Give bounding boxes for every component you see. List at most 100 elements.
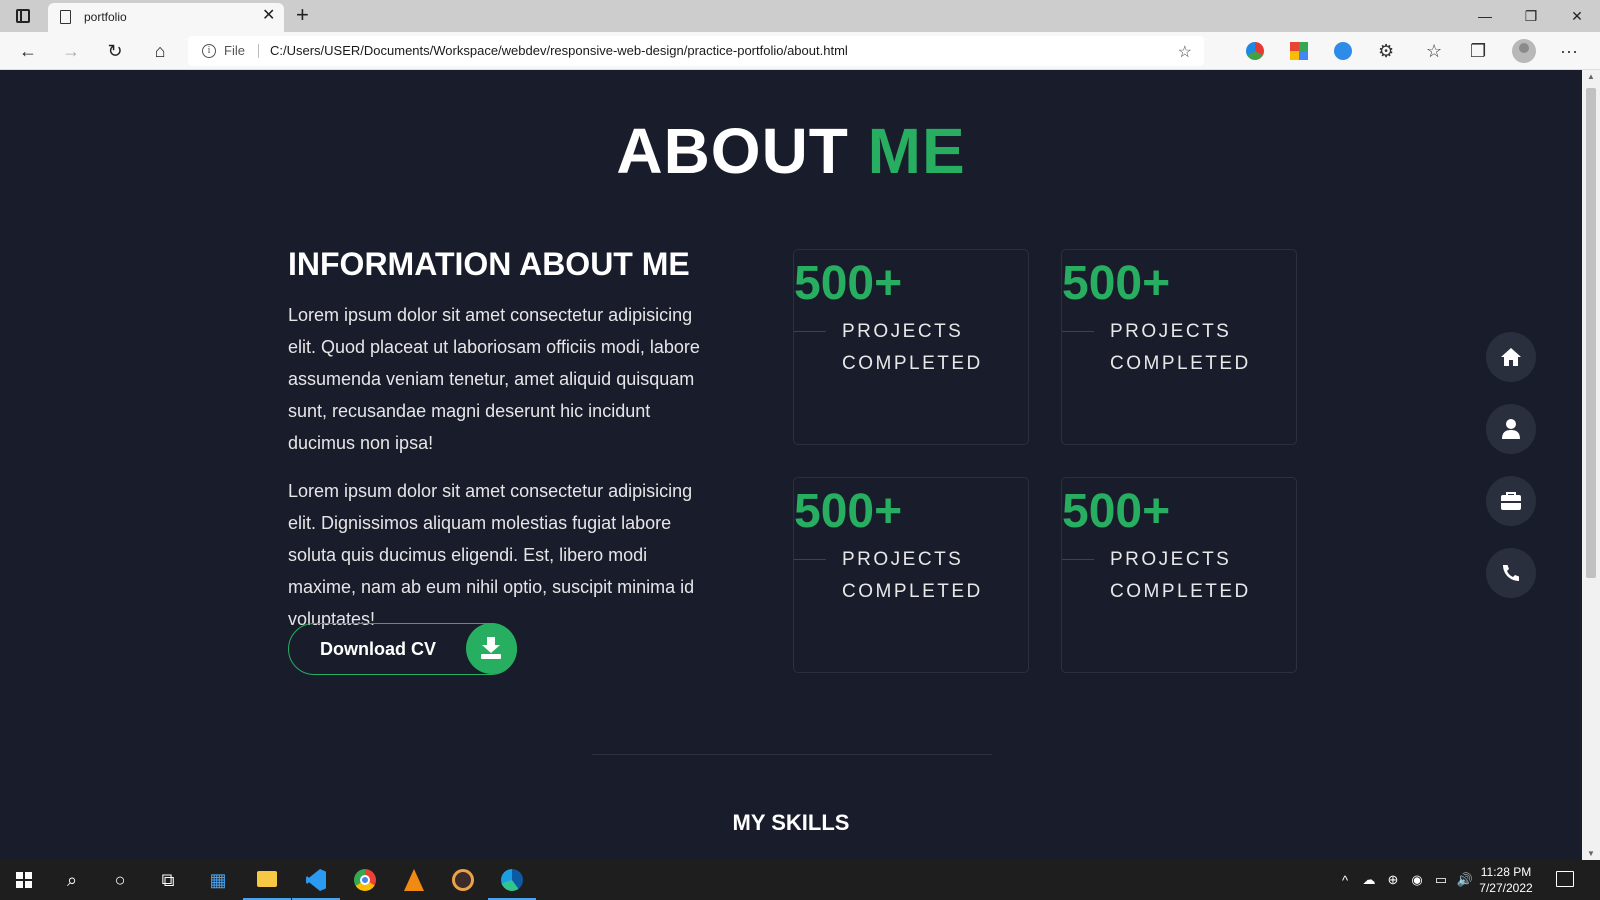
stat-label: PROJECTS COMPLETED bbox=[1110, 321, 1251, 374]
title-accent: ME bbox=[867, 115, 966, 187]
forward-button[interactable]: → bbox=[57, 38, 85, 64]
nav-contact-button[interactable] bbox=[1486, 548, 1536, 598]
network-icon[interactable]: ⊕ bbox=[1384, 872, 1402, 888]
stat-line bbox=[794, 559, 826, 560]
office-extension-icon[interactable] bbox=[1290, 42, 1308, 60]
settings-menu-icon[interactable]: ··· bbox=[1560, 40, 1578, 62]
about-paragraph-1: Lorem ipsum dolor sit amet consectetur a… bbox=[288, 305, 700, 453]
store-app[interactable]: ▦ bbox=[194, 860, 242, 900]
url-text[interactable]: C:/Users/USER/Documents/Workspace/webdev… bbox=[270, 43, 848, 58]
clock-date: 7/27/2022 bbox=[1479, 881, 1533, 895]
music-app[interactable] bbox=[439, 860, 487, 900]
extensions-icon[interactable]: ⚙ bbox=[1378, 40, 1394, 62]
store-icon: ▦ bbox=[209, 870, 227, 890]
page-scrollbar[interactable]: ▲ ▼ bbox=[1582, 70, 1600, 860]
task-view-icon: ⧉ bbox=[161, 870, 175, 890]
section-divider bbox=[592, 754, 992, 755]
tab-close-icon[interactable]: ✕ bbox=[262, 7, 275, 25]
nav-home-button[interactable] bbox=[1486, 332, 1536, 382]
show-hidden-icons[interactable]: ^ bbox=[1336, 873, 1354, 888]
info-icon[interactable]: i bbox=[202, 44, 216, 58]
chrome-app[interactable] bbox=[341, 860, 389, 900]
user-icon bbox=[1502, 419, 1520, 439]
close-window-button[interactable]: ✕ bbox=[1554, 0, 1600, 32]
tab-bar: portfolio ✕ + — ❐ ✕ bbox=[0, 0, 1600, 32]
favorites-icon[interactable]: ☆ bbox=[1426, 40, 1442, 62]
vscode-app[interactable] bbox=[292, 860, 340, 900]
briefcase-icon bbox=[1501, 492, 1521, 510]
page-title: ABOUT ME bbox=[0, 114, 1582, 188]
scroll-up-arrow-icon[interactable]: ▲ bbox=[1587, 72, 1595, 81]
about-paragraph-2: Lorem ipsum dolor sit amet consectetur a… bbox=[288, 481, 695, 629]
stat-label: PROJECTS COMPLETED bbox=[842, 321, 983, 374]
restore-button[interactable]: ❐ bbox=[1508, 0, 1554, 32]
tab-actions-icon[interactable] bbox=[16, 9, 30, 23]
stat-line bbox=[1062, 559, 1094, 560]
download-cv-button[interactable]: Download CV bbox=[288, 623, 517, 675]
collections-icon[interactable]: ❐ bbox=[1470, 40, 1486, 62]
scroll-down-arrow-icon[interactable]: ▼ bbox=[1587, 849, 1595, 858]
reload-button[interactable]: ↻ bbox=[101, 38, 129, 64]
nav-portfolio-button[interactable] bbox=[1486, 476, 1536, 526]
chrome-icon bbox=[354, 869, 376, 891]
browser-toolbar: ← → ↻ ⌂ i File C:/Users/USER/Documents/W… bbox=[0, 32, 1600, 70]
tab-title: portfolio bbox=[84, 10, 127, 24]
cortana-button[interactable]: ○ bbox=[96, 860, 144, 900]
stat-card: 500+ PROJECTS COMPLETED bbox=[793, 477, 1029, 673]
minimize-button[interactable]: — bbox=[1462, 0, 1508, 32]
windows-logo-icon bbox=[16, 872, 32, 888]
notification-icon[interactable] bbox=[1556, 871, 1574, 887]
stat-number: 500+ bbox=[1062, 485, 1171, 538]
download-cv-label: Download CV bbox=[320, 639, 436, 659]
address-bar[interactable]: i File C:/Users/USER/Documents/Workspace… bbox=[188, 36, 1204, 66]
file-explorer-app[interactable] bbox=[243, 860, 291, 900]
stat-line bbox=[794, 331, 826, 332]
color-picker-extension-icon[interactable] bbox=[1246, 42, 1264, 60]
edge-icon bbox=[501, 869, 523, 891]
music-app-icon bbox=[452, 869, 474, 891]
stat-label: PROJECTS COMPLETED bbox=[1110, 549, 1251, 602]
vlc-icon bbox=[404, 869, 424, 891]
cortana-icon: ○ bbox=[114, 870, 126, 890]
new-tab-button[interactable]: + bbox=[296, 3, 309, 27]
start-button[interactable] bbox=[0, 860, 48, 900]
edge-app[interactable] bbox=[488, 860, 536, 900]
home-icon bbox=[1501, 348, 1521, 366]
search-icon: ⌕ bbox=[66, 870, 78, 890]
search-button[interactable]: ⌕ bbox=[48, 860, 96, 900]
address-prefix: File bbox=[224, 43, 245, 58]
tab-portfolio[interactable]: portfolio ✕ bbox=[48, 3, 284, 32]
stat-number: 500+ bbox=[794, 485, 903, 538]
add-favorite-icon[interactable]: ☆ bbox=[1178, 42, 1192, 62]
address-separator bbox=[258, 44, 259, 58]
profile-avatar[interactable] bbox=[1512, 39, 1536, 63]
vscode-icon bbox=[306, 869, 326, 891]
scroll-thumb[interactable] bbox=[1586, 88, 1596, 578]
clock-time: 11:28 PM bbox=[1480, 865, 1532, 879]
vlc-app[interactable] bbox=[390, 860, 438, 900]
battery-icon[interactable]: ▭ bbox=[1432, 872, 1450, 888]
phone-icon bbox=[1503, 565, 1519, 581]
stat-label: PROJECTS COMPLETED bbox=[842, 549, 983, 602]
page-icon bbox=[60, 10, 71, 24]
home-button[interactable]: ⌂ bbox=[146, 38, 174, 64]
stat-number: 500+ bbox=[1062, 257, 1171, 310]
blue-extension-icon[interactable] bbox=[1334, 42, 1352, 60]
info-title: INFORMATION ABOUT ME bbox=[288, 246, 690, 282]
title-main: ABOUT bbox=[616, 115, 849, 187]
clock[interactable]: 11:28 PM 7/27/2022 bbox=[1466, 864, 1546, 896]
stat-card: 500+ PROJECTS COMPLETED bbox=[1061, 477, 1297, 673]
nav-about-button[interactable] bbox=[1486, 404, 1536, 454]
taskbar: ⌕ ○ ⧉ ▦ ^ ☁ ⊕ ◉ ▭ 🔊 11:28 PM 7/27/2022 bbox=[0, 860, 1600, 900]
skills-title: MY SKILLS bbox=[732, 810, 850, 835]
folder-icon bbox=[257, 871, 277, 887]
task-view-button[interactable]: ⧉ bbox=[144, 860, 192, 900]
download-icon bbox=[466, 623, 517, 674]
stat-number: 500+ bbox=[794, 257, 903, 310]
window-controls: — ❐ ✕ bbox=[1462, 0, 1600, 32]
camera-icon[interactable]: ◉ bbox=[1408, 872, 1426, 888]
onedrive-icon[interactable]: ☁ bbox=[1360, 872, 1378, 888]
stat-card: 500+ PROJECTS COMPLETED bbox=[1061, 249, 1297, 445]
page-viewport: ABOUT ME INFORMATION ABOUT ME Lorem ipsu… bbox=[0, 70, 1582, 860]
back-button[interactable]: ← bbox=[14, 38, 42, 64]
